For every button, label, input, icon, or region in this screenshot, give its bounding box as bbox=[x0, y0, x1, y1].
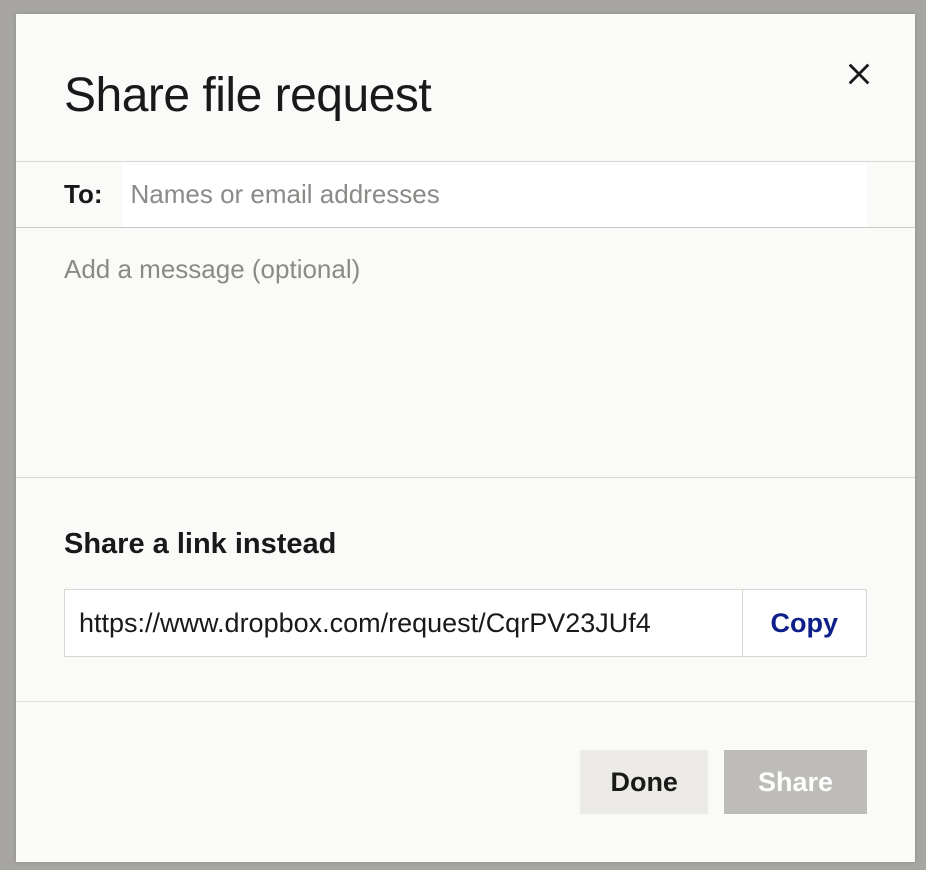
modal-title: Share file request bbox=[64, 68, 867, 123]
modal-footer: Done Share bbox=[16, 702, 915, 814]
share-file-request-modal: Share file request To: Share a link inst… bbox=[16, 14, 915, 862]
close-icon bbox=[845, 60, 873, 88]
share-link-input[interactable] bbox=[65, 590, 742, 656]
copy-link-button[interactable]: Copy bbox=[742, 590, 867, 656]
share-link-heading: Share a link instead bbox=[64, 528, 867, 561]
share-link-section: Share a link instead Copy bbox=[16, 478, 915, 702]
recipients-input[interactable] bbox=[131, 179, 852, 210]
recipients-input-wrap bbox=[123, 162, 868, 227]
close-button[interactable] bbox=[845, 60, 873, 88]
done-button[interactable]: Done bbox=[580, 750, 708, 814]
message-input[interactable] bbox=[64, 254, 867, 451]
share-button[interactable]: Share bbox=[724, 750, 867, 814]
share-link-row: Copy bbox=[64, 589, 867, 657]
recipients-row: To: bbox=[16, 162, 915, 228]
modal-header: Share file request bbox=[16, 14, 915, 162]
message-section bbox=[16, 228, 915, 478]
to-label: To: bbox=[64, 179, 103, 210]
